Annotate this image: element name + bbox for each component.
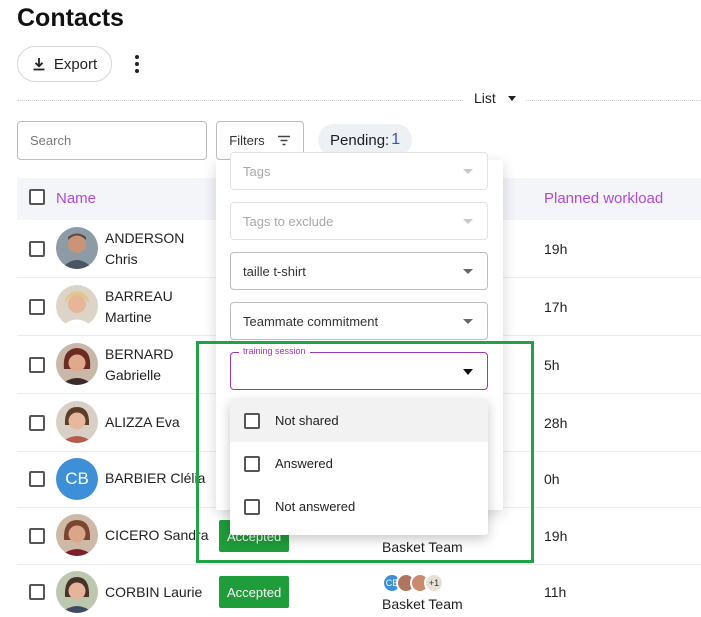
view-label: List — [474, 90, 496, 106]
select-all-checkbox[interactable] — [29, 189, 45, 205]
filter-commitment-select[interactable]: Teammate commitment — [230, 302, 488, 340]
row-divider — [17, 564, 701, 565]
avatar — [56, 343, 98, 385]
contact-name[interactable]: ANDERSON Chris — [105, 228, 184, 270]
contact-first: ANDERSON — [105, 230, 185, 246]
contact-name[interactable]: CICERO Sandra — [105, 525, 208, 546]
avatar — [56, 401, 98, 443]
pending-count: 1 — [391, 131, 401, 148]
filter-tags-select[interactable]: Tags — [230, 152, 488, 190]
page-title: Contacts — [17, 4, 124, 32]
contact-first: ALIZZA Eva — [105, 414, 180, 430]
workload-value: 0h — [544, 471, 560, 487]
row-checkbox[interactable] — [29, 528, 45, 544]
column-header-workload[interactable]: Planned workload — [544, 190, 663, 207]
contact-name[interactable]: BERNARD Gabrielle — [105, 344, 173, 386]
caret-down-icon — [463, 318, 473, 324]
highlight-box — [196, 341, 534, 563]
download-icon — [33, 58, 45, 71]
export-label: Export — [53, 55, 98, 73]
contact-name[interactable]: ALIZZA Eva — [105, 412, 180, 433]
filter-tshirt-label: taille t-shirt — [243, 263, 306, 279]
caret-down-icon — [463, 168, 473, 174]
view-selector[interactable]: List — [464, 90, 526, 106]
team-avatar-more: +1 — [424, 573, 444, 593]
caret-down-icon — [507, 95, 516, 101]
avatar — [56, 514, 98, 556]
search-box[interactable] — [17, 121, 207, 160]
avatar — [56, 285, 98, 327]
contact-first: BARBIER Clélia — [105, 470, 206, 486]
avatar — [56, 571, 98, 613]
more-vertical-icon[interactable] — [128, 52, 146, 76]
row-checkbox[interactable] — [29, 241, 45, 257]
workload-value: 11h — [544, 584, 567, 600]
filter-tags-exclude-select[interactable]: Tags to exclude — [230, 202, 488, 240]
filter-commitment-label: Teammate commitment — [243, 313, 379, 329]
contact-name[interactable]: BARREAU Martine — [105, 286, 173, 328]
export-button[interactable]: Export — [17, 46, 112, 82]
row-checkbox[interactable] — [29, 415, 45, 431]
team-avatars: CB +1 — [382, 573, 444, 593]
contact-first: BERNARD — [105, 346, 174, 362]
avatar: CB — [56, 458, 98, 500]
filter-tags-label: Tags — [243, 163, 271, 179]
contact-last: Chris — [105, 251, 138, 267]
row-checkbox[interactable] — [29, 357, 45, 373]
filters-label: Filters — [229, 133, 265, 148]
row-checkbox[interactable] — [29, 584, 45, 600]
row-checkbox[interactable] — [29, 299, 45, 315]
search-input[interactable] — [30, 133, 206, 148]
caret-down-icon — [463, 268, 473, 274]
contact-first: CICERO Sandra — [105, 527, 209, 543]
workload-value: 28h — [544, 415, 568, 431]
status-badge: Accepted — [219, 576, 290, 608]
workload-value: 19h — [544, 528, 568, 544]
contact-first: CORBIN Laurie — [105, 584, 203, 600]
filter-tags-exclude-label: Tags to exclude — [243, 213, 334, 229]
avatar — [56, 227, 98, 269]
contact-first: BARREAU — [105, 288, 173, 304]
team-label: Basket Team — [382, 596, 463, 612]
filter-list-icon — [277, 135, 290, 146]
pending-label: Pending: — [330, 131, 390, 149]
contact-name[interactable]: CORBIN Laurie — [105, 582, 202, 603]
filter-tshirt-select[interactable]: taille t-shirt — [230, 252, 488, 290]
contact-last: Martine — [105, 309, 152, 325]
caret-down-icon — [463, 218, 473, 224]
workload-value: 17h — [544, 299, 568, 315]
workload-value: 5h — [544, 357, 560, 373]
workload-value: 19h — [544, 241, 568, 257]
row-checkbox[interactable] — [29, 471, 45, 487]
contact-name[interactable]: BARBIER Clélia — [105, 468, 205, 489]
column-header-name[interactable]: Name — [56, 190, 96, 207]
contact-last: Gabrielle — [105, 367, 162, 383]
header-divider — [17, 100, 701, 101]
